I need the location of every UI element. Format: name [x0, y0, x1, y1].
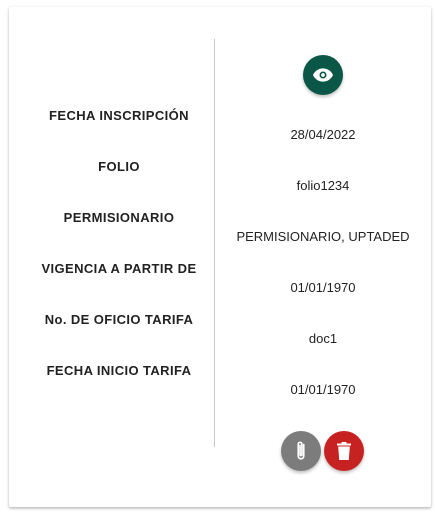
field-label-fecha-inicio-tarifa: FECHA INICIO TARIFA [46, 363, 192, 378]
field-value-oficio-tarifa: doc1 [308, 331, 338, 346]
field-value-fecha-inscripcion: 28/04/2022 [290, 127, 356, 142]
attach-button[interactable] [281, 431, 321, 471]
field-label-permisionario: PERMISIONARIO [63, 210, 175, 225]
field-label-oficio-tarifa: No. DE OFICIO TARIFA [44, 312, 194, 327]
record-detail-card: FECHA INSCRIPCIÓN FOLIO PERMISIONARIO VI… [9, 7, 431, 507]
eye-icon [313, 68, 333, 82]
trash-icon [337, 442, 351, 460]
field-label-fecha-inscripcion: FECHA INSCRIPCIÓN [49, 108, 189, 123]
field-value-vigencia: 01/01/1970 [290, 280, 356, 295]
field-value-folio: folio1234 [296, 178, 350, 193]
view-button[interactable] [303, 55, 343, 95]
field-value-fecha-inicio-tarifa: 01/01/1970 [290, 382, 356, 397]
field-value-permisionario: PERMISIONARIO, UPTADED [236, 229, 410, 244]
field-label-vigencia: VIGENCIA A PARTIR DE [41, 261, 197, 276]
delete-button[interactable] [324, 431, 364, 471]
field-label-folio: FOLIO [98, 159, 140, 174]
paperclip-icon [297, 441, 305, 460]
